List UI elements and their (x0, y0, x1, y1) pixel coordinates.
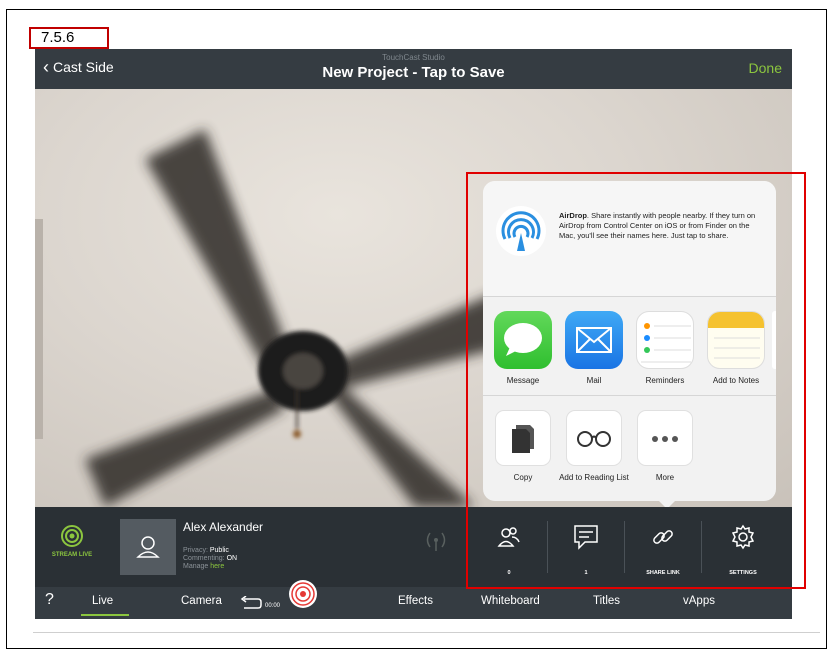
studio-label: TouchCast Studio (382, 53, 445, 62)
tab-live[interactable]: Live (92, 595, 113, 607)
project-title[interactable]: New Project - Tap to Save (35, 64, 792, 81)
tab-camera[interactable]: Camera (181, 595, 222, 607)
undo-icon[interactable] (240, 596, 262, 610)
commenting-value: ON (226, 555, 238, 562)
help-button[interactable]: ? (45, 591, 54, 609)
avatar[interactable] (120, 519, 176, 575)
user-settings-info: Privacy: Public Commenting: ON Manage he… (183, 547, 237, 571)
broadcast-icon (61, 525, 83, 547)
tab-titles[interactable]: Titles (593, 595, 620, 607)
tab-whiteboard[interactable]: Whiteboard (481, 595, 540, 607)
commenting-label: Commenting: (183, 555, 225, 562)
top-bar: ‹ Cast Side TouchCast Studio New Project… (35, 49, 792, 89)
stream-live-button[interactable]: STREAM LIVE (45, 524, 99, 558)
bottom-tab-bar: ? Live Camera 00:00 Effects Whiteboard T… (35, 580, 792, 619)
privacy-label: Privacy: (183, 547, 208, 554)
tab-vapps[interactable]: vApps (683, 595, 715, 607)
tab-effects[interactable]: Effects (398, 595, 433, 607)
done-button[interactable]: Done (749, 60, 782, 76)
user-name: Alex Alexander (183, 520, 264, 534)
active-tab-indicator (81, 614, 129, 616)
annotation-highlight-box (466, 172, 806, 589)
antenna-icon (426, 532, 446, 551)
manage-label: Manage (183, 563, 209, 570)
privacy-value: Public (209, 547, 229, 554)
record-timer: 00:00 (265, 603, 281, 609)
manage-link[interactable]: here (210, 563, 224, 570)
record-button[interactable] (288, 579, 318, 609)
divider-rule (33, 632, 820, 633)
stream-live-label: STREAM LIVE (51, 552, 93, 558)
figure-label: 7.5.6 (29, 27, 109, 49)
